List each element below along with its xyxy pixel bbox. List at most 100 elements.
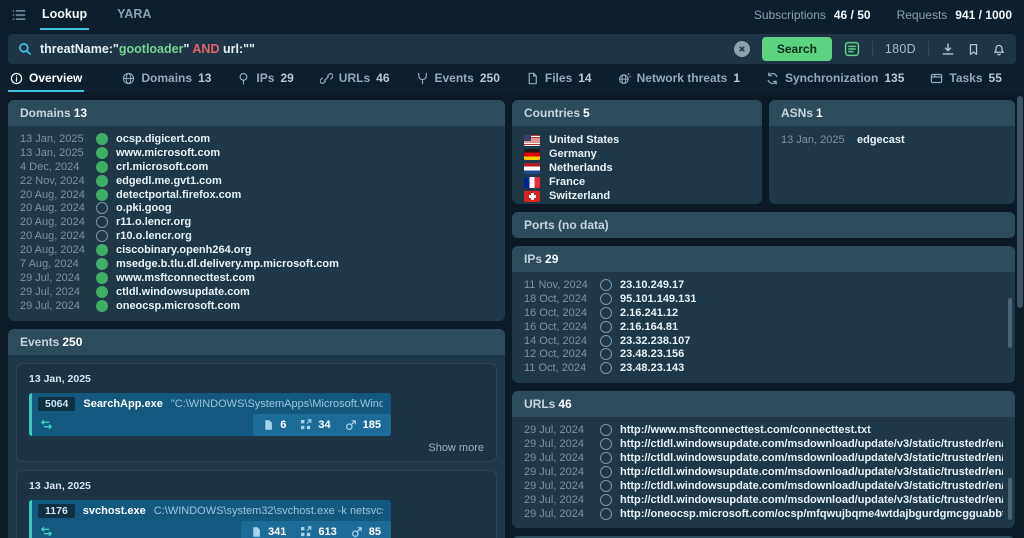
tab-events[interactable]: Events250 <box>414 66 502 92</box>
download-icon[interactable] <box>941 42 955 56</box>
flag-icon <box>524 135 540 146</box>
ip-link[interactable]: 23.48.23.143 <box>620 362 684 374</box>
tab-files[interactable]: Files14 <box>524 66 594 92</box>
domain-link[interactable]: msedge.b.tlu.dl.delivery.mp.microsoft.co… <box>116 258 339 270</box>
process-row[interactable]: 5064 SearchApp.exe "C:\WINDOWS\SystemApp… <box>29 393 391 436</box>
url-link[interactable]: http://oneocsp.microsoft.com/ocsp/mfqwuj… <box>620 508 1003 520</box>
child-processes-icon[interactable] <box>40 525 53 538</box>
status-icon <box>600 279 612 291</box>
url-link[interactable]: http://ctldl.windowsupdate.com/msdownloa… <box>620 438 1003 450</box>
panel-scrollbar[interactable] <box>1008 478 1012 520</box>
status-icon <box>96 286 108 298</box>
event-date: 13 Jan, 2025 <box>29 480 484 492</box>
status-icon <box>600 293 612 305</box>
countries-panel-header: Countries5 <box>512 100 762 126</box>
query-text[interactable]: threatName:"gootloader" AND url:"" <box>40 42 255 56</box>
domain-link[interactable]: r10.o.lencr.org <box>116 230 192 242</box>
clear-icon[interactable] <box>734 41 750 57</box>
country-name[interactable]: United States <box>549 134 619 146</box>
asn-link[interactable]: edgecast <box>857 134 905 146</box>
domain-link[interactable]: ocsp.digicert.com <box>116 133 210 145</box>
table-row: 4 Dec, 2024crl.microsoft.com <box>20 160 493 174</box>
domain-link[interactable]: o.pki.goog <box>116 202 172 214</box>
table-row: 14 Oct, 202423.32.238.107 <box>524 334 1003 348</box>
tab-synchronization[interactable]: Synchronization135 <box>764 66 906 92</box>
domain-link[interactable]: detectportal.firefox.com <box>116 189 241 201</box>
domain-link[interactable]: ctldl.windowsupdate.com <box>116 286 250 298</box>
status-icon <box>96 161 108 173</box>
urls-panel: URLs46 29 Jul, 2024http://www.msftconnec… <box>512 391 1015 528</box>
globe-icon <box>122 72 135 85</box>
tab-ips[interactable]: IPs29 <box>235 66 295 92</box>
status-icon <box>600 348 612 360</box>
bell-icon[interactable] <box>992 42 1006 56</box>
network-threats-icon <box>618 72 631 85</box>
domain-link[interactable]: www.msftconnecttest.com <box>116 272 255 284</box>
ip-link[interactable]: 23.10.249.17 <box>620 279 684 291</box>
page-scrollbar[interactable] <box>1017 96 1023 308</box>
url-link[interactable]: http://ctldl.windowsupdate.com/msdownloa… <box>620 480 1003 492</box>
country-name[interactable]: Netherlands <box>549 162 613 174</box>
domain-link[interactable]: www.microsoft.com <box>116 147 220 159</box>
url-link[interactable]: http://www.msftconnecttest.com/connectte… <box>620 424 871 436</box>
tab-yara[interactable]: YARA <box>115 0 153 30</box>
status-icon <box>600 438 612 450</box>
process-tree-icon <box>416 72 429 85</box>
url-link[interactable]: http://ctldl.windowsupdate.com/msdownloa… <box>620 494 1003 506</box>
menu-icon[interactable] <box>12 0 26 30</box>
country-row: Germany <box>524 147 750 161</box>
status-icon <box>96 189 108 201</box>
ip-link[interactable]: 2.16.241.12 <box>620 307 678 319</box>
ip-link[interactable]: 2.16.164.81 <box>620 321 678 333</box>
status-icon <box>96 244 108 256</box>
connection-icon <box>351 526 363 538</box>
connections-stat: 185 <box>345 419 381 431</box>
tab-network-threats[interactable]: Network threats1 <box>616 66 742 92</box>
table-row: 29 Jul, 2024www.msftconnecttest.com <box>20 271 493 285</box>
search-input[interactable]: threatName:"gootloader" AND url:"" Searc… <box>8 34 1016 64</box>
domains-panel: Domains13 13 Jan, 2025ocsp.digicert.com … <box>8 100 505 321</box>
tab-urls[interactable]: URLs46 <box>318 66 392 92</box>
country-name[interactable]: Switzerland <box>549 190 610 202</box>
status-icon <box>96 258 108 270</box>
tab-domains[interactable]: Domains13 <box>120 66 213 92</box>
table-row: 29 Jul, 2024http://www.msftconnecttest.c… <box>524 423 1003 437</box>
process-stats: 6 34 185 <box>253 414 391 436</box>
domain-link[interactable]: r11.o.lencr.org <box>116 216 191 228</box>
ip-link[interactable]: 23.32.238.107 <box>620 335 690 347</box>
query-templates-icon[interactable] <box>844 41 860 57</box>
flag-icon <box>524 177 540 188</box>
ip-pin-icon <box>237 72 250 85</box>
process-row[interactable]: 1176 svchost.exe C:\WINDOWS\system32\svc… <box>29 500 391 538</box>
tab-tasks[interactable]: Tasks55 <box>928 66 1004 92</box>
table-row: 13 Jan, 2025www.microsoft.com <box>20 146 493 160</box>
ip-link[interactable]: 23.48.23.156 <box>620 348 684 360</box>
country-row: Netherlands <box>524 161 750 175</box>
table-row: 16 Oct, 20242.16.164.81 <box>524 320 1003 334</box>
pid-badge: 1176 <box>38 504 75 518</box>
domain-link[interactable]: oneocsp.microsoft.com <box>116 300 240 312</box>
tab-overview[interactable]: Overview <box>8 66 84 92</box>
search-button[interactable]: Search <box>762 37 832 61</box>
sync-icon <box>766 72 779 85</box>
domain-link[interactable]: edgedl.me.gvt1.com <box>116 175 222 187</box>
domains-panel-header: Domains13 <box>8 100 505 126</box>
domain-link[interactable]: crl.microsoft.com <box>116 161 208 173</box>
tab-lookup[interactable]: Lookup <box>40 0 89 30</box>
bookmark-icon[interactable] <box>967 43 980 56</box>
ip-link[interactable]: 95.101.149.131 <box>620 293 696 305</box>
domain-link[interactable]: ciscobinary.openh264.org <box>116 244 252 256</box>
country-name[interactable]: Germany <box>549 148 597 160</box>
child-processes-icon[interactable] <box>40 418 53 431</box>
country-name[interactable]: France <box>549 176 585 188</box>
connection-icon <box>345 419 357 431</box>
table-row: 29 Jul, 2024oneocsp.microsoft.com <box>20 299 493 313</box>
flag-icon <box>524 163 540 174</box>
info-icon <box>10 72 23 85</box>
url-link[interactable]: http://ctldl.windowsupdate.com/msdownloa… <box>620 466 1003 478</box>
url-link[interactable]: http://ctldl.windowsupdate.com/msdownloa… <box>620 452 1003 464</box>
process-cmdline: "C:\WINDOWS\SystemApps\Microsoft.Windows… <box>171 398 383 410</box>
period-selector[interactable]: 180D <box>885 42 916 56</box>
panel-scrollbar[interactable] <box>1008 298 1012 348</box>
show-more-link[interactable]: Show more <box>29 442 484 454</box>
